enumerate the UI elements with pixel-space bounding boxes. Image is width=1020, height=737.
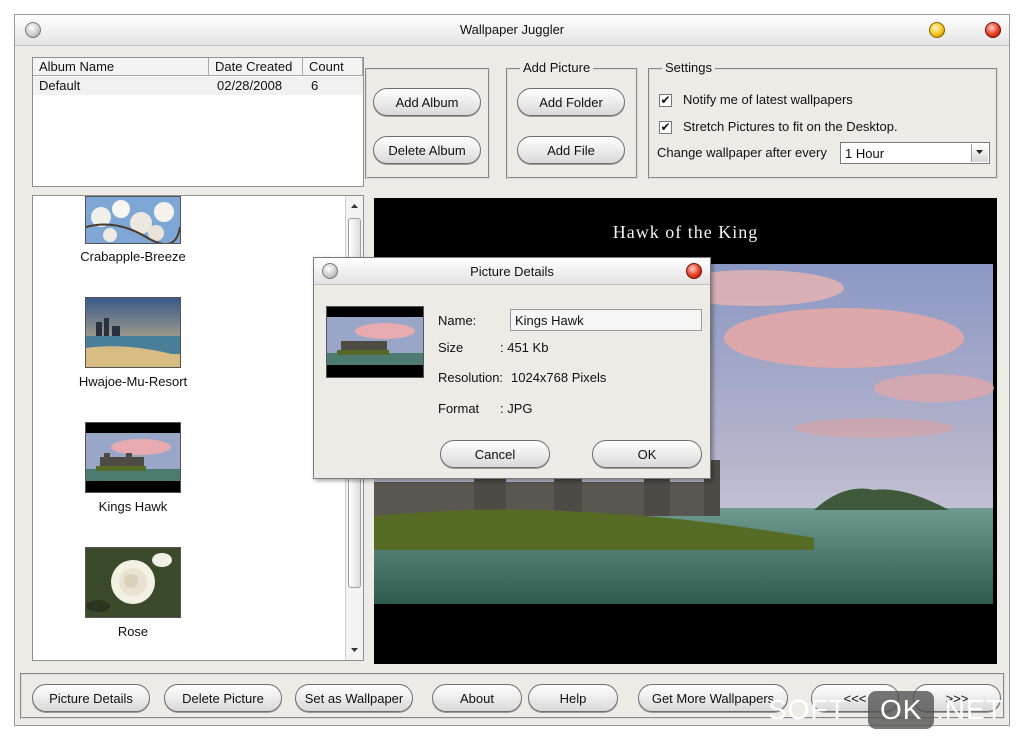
dialog-title-bar[interactable]: Picture Details — [314, 258, 710, 285]
name-field-value: Kings Hawk — [515, 313, 584, 328]
watermark-badge: OK — [868, 691, 934, 729]
name-field[interactable]: Kings Hawk — [510, 309, 702, 331]
interval-label: Change wallpaper after every — [657, 145, 827, 160]
title-bar[interactable]: Wallpaper Juggler — [15, 15, 1009, 46]
scroll-down-icon[interactable] — [346, 642, 363, 658]
picture-details-dialog: Picture Details Name: Kings Hawk Size : … — [313, 257, 711, 479]
thumbnail-crabapple-breeze[interactable] — [85, 196, 181, 246]
dialog-close-button[interactable] — [686, 263, 702, 279]
album-list[interactable]: Album Name Date Created Count Default 02… — [32, 57, 364, 187]
stretch-label: Stretch Pictures to fit on the Desktop. — [683, 119, 898, 134]
thumbnail-label: Kings Hawk — [98, 499, 168, 514]
format-label: Format — [438, 401, 480, 416]
column-header-count[interactable]: Count — [303, 58, 363, 76]
size-value: : 451 Kb — [500, 340, 549, 355]
settings-legend: Settings — [662, 60, 715, 75]
chevron-down-icon[interactable] — [971, 144, 988, 162]
watermark: SOFT OK .NET — [768, 690, 1013, 730]
thumbnail-rose[interactable] — [85, 547, 181, 618]
album-date-cell: 02/28/2008 — [217, 78, 283, 93]
album-name-cell: Default — [39, 78, 81, 93]
scroll-up-icon[interactable] — [346, 198, 363, 214]
add-file-button[interactable]: Add File — [517, 136, 625, 164]
resolution-value: 1024x768 Pixels — [511, 370, 607, 385]
resolution-label: Resolution: — [438, 370, 504, 385]
delete-album-button[interactable]: Delete Album — [373, 136, 481, 164]
minimize-button[interactable] — [929, 22, 945, 38]
interval-select[interactable]: 1 Hour — [840, 142, 990, 164]
about-button[interactable]: About — [432, 684, 522, 712]
watermark-right: .NET — [936, 694, 1004, 725]
column-header-album-name[interactable]: Album Name — [33, 58, 209, 76]
thumbnail-kings-hawk[interactable] — [85, 422, 181, 493]
thumbnail-label: Crabapple-Breeze — [80, 249, 186, 264]
size-label: Size — [438, 340, 464, 355]
cancel-button[interactable]: Cancel — [440, 440, 550, 468]
thumbnail-label: Hwajoe-Mu-Resort — [78, 374, 188, 389]
delete-picture-button[interactable]: Delete Picture — [164, 684, 282, 712]
name-label: Name: — [438, 313, 477, 328]
thumbnail-hwajoe-mu-resort[interactable] — [85, 297, 181, 368]
close-button[interactable] — [985, 22, 1001, 38]
add-folder-button[interactable]: Add Folder — [517, 88, 625, 116]
get-more-wallpapers-button[interactable]: Get More Wallpapers — [638, 684, 788, 712]
format-value: : JPG — [500, 401, 533, 416]
watermark-left: SOFT — [768, 694, 847, 725]
column-header-date-created[interactable]: Date Created — [209, 58, 303, 76]
notify-label: Notify me of latest wallpapers — [683, 92, 853, 107]
dialog-title: Picture Details — [470, 264, 554, 279]
dialog-thumbnail — [326, 306, 424, 378]
watermark-badge-text: OK — [880, 694, 923, 725]
stretch-checkbox[interactable]: ✔ — [659, 121, 672, 134]
preview-caption: Hawk of the King — [612, 222, 759, 242]
help-button[interactable]: Help — [528, 684, 618, 712]
album-count-cell: 6 — [311, 78, 319, 93]
picture-details-button[interactable]: Picture Details — [32, 684, 150, 712]
set-as-wallpaper-button[interactable]: Set as Wallpaper — [295, 684, 413, 712]
window-title: Wallpaper Juggler — [459, 22, 565, 37]
table-row[interactable]: Default 02/28/2008 6 — [33, 77, 363, 95]
add-picture-legend: Add Picture — [520, 60, 594, 75]
ok-button[interactable]: OK — [592, 440, 702, 468]
notify-checkbox[interactable]: ✔ — [659, 94, 672, 107]
add-album-button[interactable]: Add Album — [373, 88, 481, 116]
thumbnail-label: Rose — [117, 624, 149, 639]
interval-value: 1 Hour — [845, 146, 885, 161]
